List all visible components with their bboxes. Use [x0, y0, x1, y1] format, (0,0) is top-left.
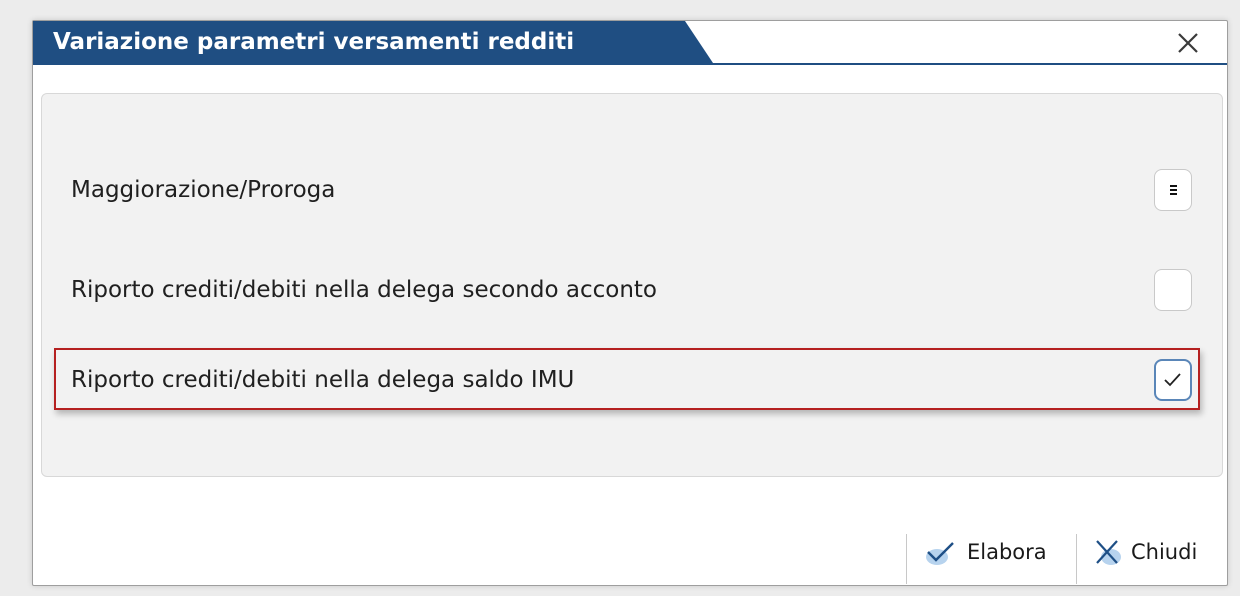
title-underline	[33, 63, 1227, 65]
menu-button[interactable]	[1154, 169, 1192, 211]
options-panel: Maggiorazione/Proroga Riporto crediti/de…	[41, 93, 1223, 477]
chiudi-label: Chiudi	[1131, 540, 1198, 564]
option-row-saldo-imu: Riporto crediti/debiti nella delega sald…	[42, 350, 1222, 410]
dialog-title: Variazione parametri versamenti redditi	[53, 29, 575, 55]
footer-divider	[1076, 534, 1077, 584]
option-label: Riporto crediti/debiti nella delega sald…	[71, 367, 575, 393]
option-label: Riporto crediti/debiti nella delega seco…	[71, 277, 657, 303]
close-icon[interactable]	[1171, 26, 1205, 60]
elabora-button[interactable]: Elabora	[923, 527, 1047, 577]
close-icon	[1096, 540, 1121, 565]
elabora-label: Elabora	[967, 540, 1047, 564]
chiudi-button[interactable]: Chiudi	[1091, 527, 1197, 577]
option-label: Maggiorazione/Proroga	[71, 177, 336, 203]
footer-divider	[906, 534, 907, 584]
checkbox-secondo-acconto[interactable]	[1154, 269, 1192, 311]
checkbox-saldo-imu[interactable]	[1154, 359, 1192, 401]
option-row-secondo-acconto: Riporto crediti/debiti nella delega seco…	[42, 260, 1222, 320]
check-icon	[926, 542, 954, 565]
option-row-maggiorazione: Maggiorazione/Proroga	[42, 160, 1222, 220]
dialog-window: Variazione parametri versamenti redditi …	[32, 20, 1228, 586]
menu-icon	[1170, 185, 1177, 197]
checkmark-icon	[1164, 373, 1181, 387]
